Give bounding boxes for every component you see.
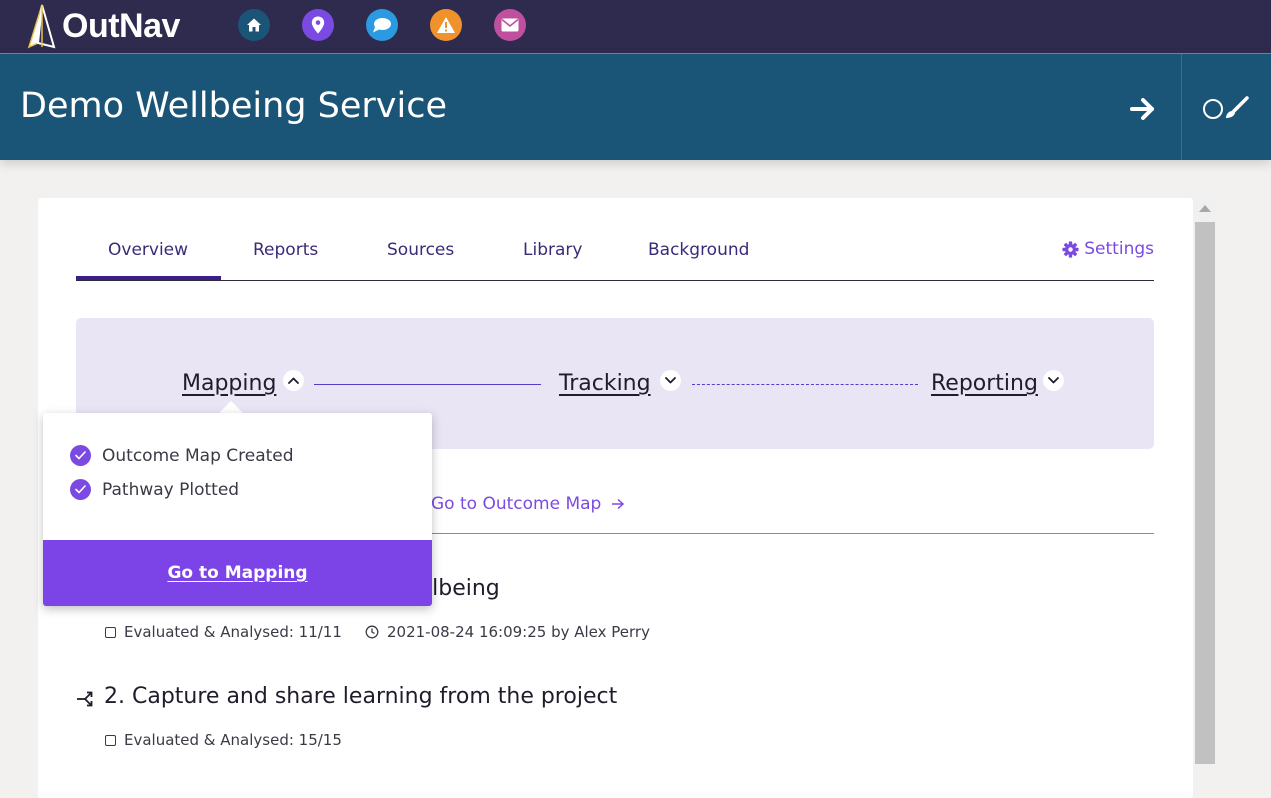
checkbox-square-icon <box>105 734 116 746</box>
nav-chat-button[interactable] <box>366 9 398 41</box>
evaluated-label: Evaluated & Analysed: 15/15 <box>124 731 342 749</box>
outcome-evaluated-status: Evaluated & Analysed: 15/15 <box>105 731 342 749</box>
chevron-down-icon[interactable] <box>660 370 681 391</box>
nav-map-button[interactable] <box>302 9 334 41</box>
checklist-item: Outcome Map Created <box>70 445 294 466</box>
tab-library[interactable]: Library <box>523 240 582 260</box>
checklist-item: Pathway Plotted <box>70 479 239 500</box>
step-reporting[interactable]: Reporting <box>931 371 1038 396</box>
go-to-mapping-button[interactable]: Go to Mapping <box>43 540 432 606</box>
timestamp-label: 2021-08-24 16:09:25 by Alex Perry <box>387 623 650 641</box>
outcome-evaluated-status: Evaluated & Analysed: 11/11 <box>105 623 342 641</box>
go-to-outcome-map-label: Go to Outcome Map <box>431 494 602 514</box>
outnav-logo[interactable]: OutNav <box>24 2 180 50</box>
go-to-outcome-map-link[interactable]: Go to Outcome Map <box>431 494 625 514</box>
page-title: Demo Wellbeing Service <box>20 86 448 126</box>
step-connector-complete <box>314 384 541 385</box>
checklist-label: Outcome Map Created <box>102 445 294 466</box>
check-circle-icon <box>70 445 91 466</box>
popover-caret <box>219 401 243 413</box>
mail-icon <box>501 18 519 32</box>
outcome-timestamp: 2021-08-24 16:09:25 by Alex Perry <box>365 623 650 641</box>
tab-bar: Overview Reports Sources Library Backgro… <box>76 236 1154 281</box>
checkbox-square-icon <box>105 626 116 638</box>
tab-background[interactable]: Background <box>648 240 749 260</box>
arrow-right-icon <box>612 498 625 510</box>
brand-name: OutNav <box>62 6 180 45</box>
nav-mail-button[interactable] <box>494 9 526 41</box>
theme-brush-icon[interactable] <box>1200 94 1250 124</box>
nav-home-button[interactable] <box>238 9 270 41</box>
tab-overview[interactable]: Overview <box>108 240 188 260</box>
chat-icon <box>373 18 391 33</box>
active-tab-indicator <box>76 276 221 280</box>
scrollbar-thumb[interactable] <box>1195 222 1215 764</box>
chevron-up-icon[interactable] <box>283 370 304 391</box>
home-icon <box>247 18 261 32</box>
clock-icon <box>365 625 379 639</box>
mapping-popover: Outcome Map Created Pathway Plotted Go t… <box>43 413 432 606</box>
settings-label: Settings <box>1084 239 1154 259</box>
logo-sail-icon <box>27 4 56 49</box>
page-header: Demo Wellbeing Service <box>0 53 1271 160</box>
step-tracking[interactable]: Tracking <box>559 371 651 396</box>
checklist-label: Pathway Plotted <box>102 479 240 500</box>
arrow-right-icon[interactable] <box>1128 94 1158 124</box>
step-connector-pending <box>692 384 918 385</box>
header-divider <box>1181 54 1182 160</box>
warning-icon <box>437 17 455 33</box>
shuffle-icon <box>77 691 93 707</box>
chevron-down-icon[interactable] <box>1043 370 1064 391</box>
map-pin-icon <box>311 16 325 34</box>
step-mapping[interactable]: Mapping <box>182 371 276 396</box>
outcome-title[interactable]: 2. Capture and share learning from the p… <box>104 684 617 709</box>
check-circle-icon <box>70 479 91 500</box>
settings-link[interactable]: Settings <box>1062 239 1154 259</box>
tab-sources[interactable]: Sources <box>387 240 454 260</box>
scroll-up-arrow-icon[interactable] <box>1199 205 1211 212</box>
outcome-title[interactable]: llbeing <box>426 576 500 601</box>
top-navbar: OutNav <box>0 0 1271 53</box>
evaluated-label: Evaluated & Analysed: 11/11 <box>124 623 342 641</box>
tab-reports[interactable]: Reports <box>253 240 318 260</box>
nav-alerts-button[interactable] <box>430 9 462 41</box>
gear-icon <box>1062 240 1079 258</box>
